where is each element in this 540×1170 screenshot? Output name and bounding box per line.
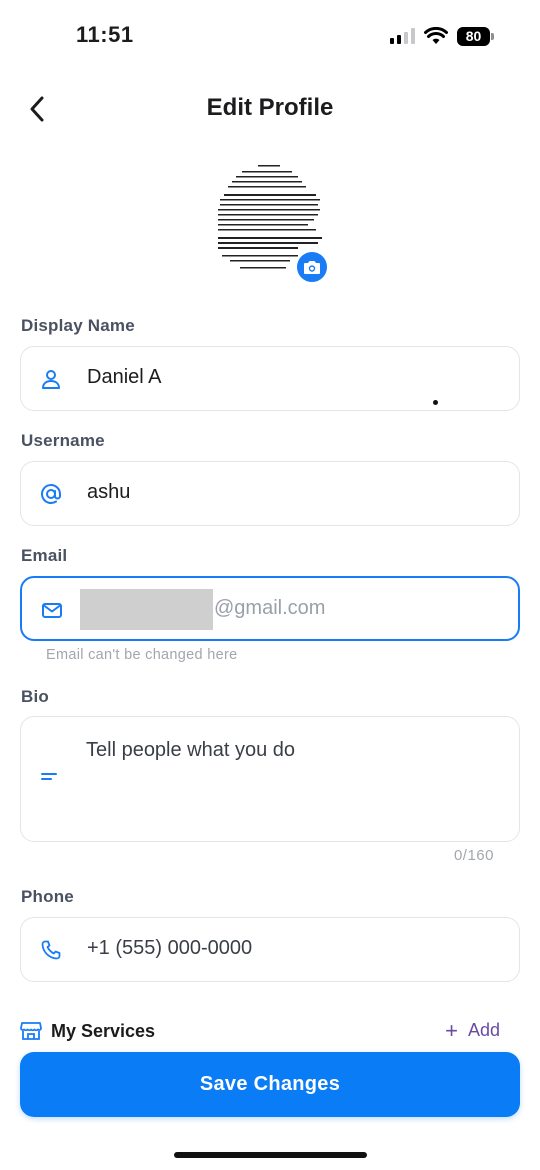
phone-field[interactable]: +1 (555) 000-0000 (20, 917, 520, 982)
username-value: ashu (87, 481, 131, 503)
user-icon (39, 367, 63, 391)
status-icons: 80 (390, 25, 494, 47)
email-hint: Email can't be changed here (46, 647, 238, 663)
cellular-signal-icon (390, 28, 415, 44)
page-title: Edit Profile (206, 94, 334, 121)
email-domain: @gmail.com (214, 597, 326, 619)
email-redacted-block (80, 589, 213, 630)
status-time: 11:51 (76, 22, 134, 47)
services-title: My Services (51, 1021, 156, 1041)
display-name-label: Display Name (21, 316, 135, 335)
status-bar: 11:51 80 (0, 0, 540, 72)
bio-character-counter: 0/160 (453, 847, 494, 864)
text-lines-icon (40, 769, 62, 788)
change-photo-button[interactable] (295, 250, 329, 284)
save-changes-label: Save Changes (199, 1073, 341, 1095)
phone-label: Phone (21, 887, 74, 906)
avatar-container (210, 157, 330, 287)
bio-placeholder: Tell people what you do (86, 739, 296, 761)
username-field[interactable]: ashu (20, 461, 520, 526)
at-sign-icon (39, 482, 63, 506)
battery-level: 80 (457, 26, 490, 46)
username-label: Username (21, 431, 105, 450)
cursor-dot (433, 400, 438, 405)
camera-icon (304, 261, 320, 274)
services-section: My Services + Add (20, 1018, 500, 1048)
plus-icon: + (445, 1017, 458, 1043)
phone-placeholder: +1 (555) 000-0000 (87, 937, 253, 959)
battery-icon: 80 (457, 26, 494, 46)
bio-label: Bio (21, 687, 49, 706)
storefront-icon (20, 1021, 42, 1046)
add-service-button[interactable]: + Add (445, 1017, 500, 1043)
mail-icon (40, 598, 64, 622)
email-label: Email (21, 546, 68, 565)
display-name-value: Daniel A (87, 366, 162, 388)
email-field[interactable]: @gmail.com (20, 576, 520, 641)
display-name-field[interactable]: Daniel A (20, 346, 520, 411)
save-changes-button[interactable]: Save Changes (20, 1052, 520, 1117)
home-indicator (174, 1152, 367, 1158)
wifi-icon (424, 27, 448, 44)
bio-textarea[interactable]: Tell people what you do (20, 716, 520, 842)
phone-icon (39, 938, 63, 962)
add-service-label: Add (467, 1020, 500, 1040)
